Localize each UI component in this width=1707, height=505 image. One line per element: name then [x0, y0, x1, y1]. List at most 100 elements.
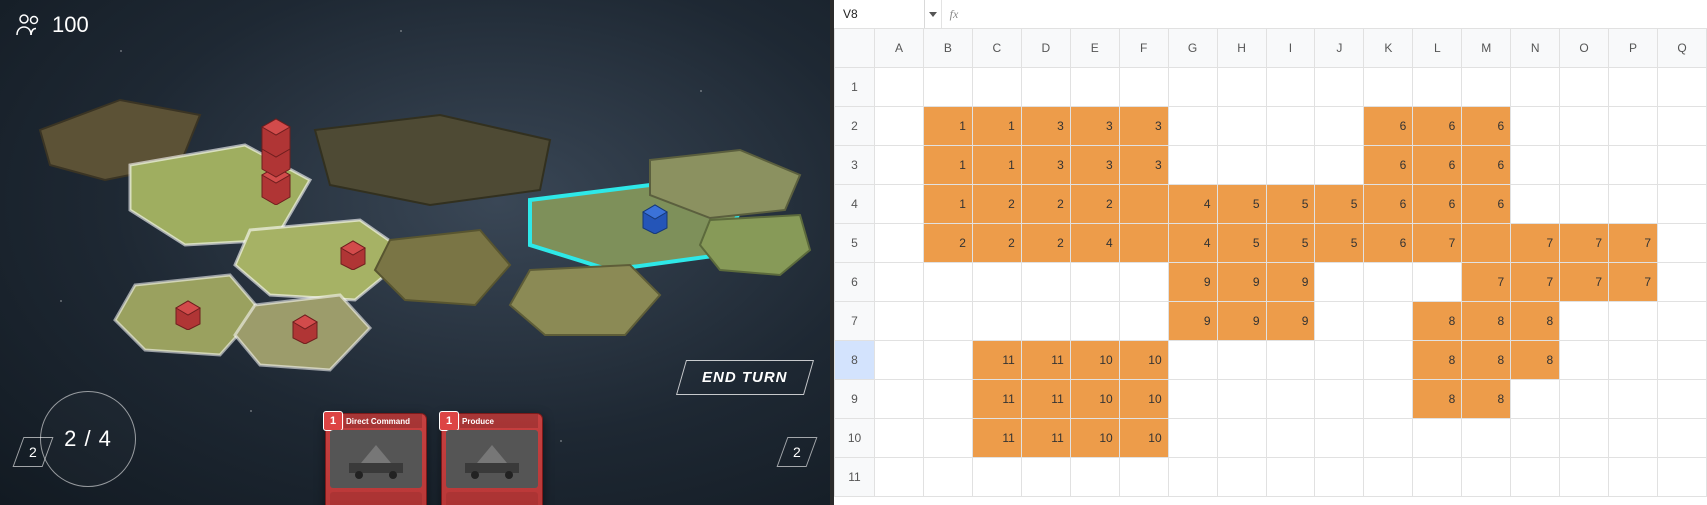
region-4[interactable] — [315, 115, 550, 205]
cell[interactable] — [1609, 341, 1658, 380]
cell[interactable] — [1217, 380, 1266, 419]
cell[interactable] — [1168, 419, 1217, 458]
cell[interactable]: 7 — [1511, 224, 1560, 263]
row-header[interactable]: 6 — [835, 263, 875, 302]
cell[interactable]: 8 — [1462, 380, 1511, 419]
row-header[interactable]: 5 — [835, 224, 875, 263]
cell[interactable]: 6 — [1413, 185, 1462, 224]
cell[interactable] — [1266, 419, 1315, 458]
column-header[interactable]: K — [1364, 29, 1413, 68]
cell[interactable]: 7 — [1560, 224, 1609, 263]
cell[interactable]: 8 — [1413, 302, 1462, 341]
column-header[interactable]: G — [1168, 29, 1217, 68]
cell[interactable] — [1070, 302, 1119, 341]
cell[interactable] — [875, 146, 924, 185]
cell[interactable] — [1315, 107, 1364, 146]
cell[interactable]: 7 — [1609, 263, 1658, 302]
cell[interactable] — [1168, 380, 1217, 419]
region-7[interactable] — [700, 215, 810, 275]
cell[interactable]: 9 — [1217, 302, 1266, 341]
cell[interactable]: 3 — [1119, 107, 1168, 146]
cell[interactable] — [1119, 263, 1168, 302]
column-header[interactable]: F — [1119, 29, 1168, 68]
cell[interactable] — [1266, 341, 1315, 380]
cell[interactable]: 5 — [1315, 185, 1364, 224]
cell[interactable]: 3 — [1021, 146, 1070, 185]
cell[interactable]: 6 — [1413, 146, 1462, 185]
cell[interactable] — [1462, 68, 1511, 107]
cell[interactable] — [1609, 419, 1658, 458]
cell[interactable]: 6 — [1364, 185, 1413, 224]
cell[interactable]: 2 — [1021, 185, 1070, 224]
cell[interactable] — [1658, 146, 1707, 185]
cell[interactable] — [1168, 146, 1217, 185]
cell[interactable] — [1462, 419, 1511, 458]
cell[interactable] — [1266, 458, 1315, 497]
cell[interactable] — [1658, 302, 1707, 341]
cell[interactable] — [923, 380, 972, 419]
cell[interactable] — [875, 341, 924, 380]
cell[interactable]: 10 — [1119, 380, 1168, 419]
cell[interactable]: 6 — [1462, 107, 1511, 146]
cell[interactable]: 7 — [1560, 263, 1609, 302]
column-header[interactable]: L — [1413, 29, 1462, 68]
cell[interactable] — [972, 263, 1021, 302]
cell[interactable] — [1266, 107, 1315, 146]
cell[interactable]: 6 — [1462, 146, 1511, 185]
cell[interactable]: 7 — [1413, 224, 1462, 263]
cell[interactable]: 6 — [1462, 185, 1511, 224]
cell[interactable] — [875, 263, 924, 302]
cell[interactable] — [1609, 68, 1658, 107]
cell[interactable] — [923, 458, 972, 497]
cell[interactable]: 3 — [1070, 146, 1119, 185]
cell[interactable] — [1560, 68, 1609, 107]
cell[interactable] — [1168, 341, 1217, 380]
cell[interactable] — [1511, 68, 1560, 107]
cell[interactable]: 5 — [1217, 224, 1266, 263]
cell[interactable] — [923, 341, 972, 380]
cell[interactable]: 10 — [1119, 341, 1168, 380]
row-header[interactable]: 8 — [835, 341, 875, 380]
cell[interactable]: 9 — [1168, 302, 1217, 341]
cell[interactable] — [1658, 380, 1707, 419]
column-header[interactable]: H — [1217, 29, 1266, 68]
cell[interactable] — [1364, 263, 1413, 302]
cell[interactable] — [1413, 458, 1462, 497]
cell[interactable] — [1168, 458, 1217, 497]
cell[interactable]: 8 — [1511, 302, 1560, 341]
cell[interactable]: 10 — [1070, 380, 1119, 419]
cell[interactable]: 5 — [1217, 185, 1266, 224]
cell[interactable] — [923, 68, 972, 107]
row-header[interactable]: 4 — [835, 185, 875, 224]
cell[interactable]: 11 — [1021, 419, 1070, 458]
cell[interactable] — [875, 458, 924, 497]
cell[interactable] — [1021, 263, 1070, 302]
cell[interactable] — [1364, 341, 1413, 380]
cell[interactable] — [1609, 380, 1658, 419]
row-header[interactable]: 7 — [835, 302, 875, 341]
cell[interactable] — [1217, 146, 1266, 185]
card-direct-command[interactable]: 1 Direct Command Attack a neighbour area… — [325, 413, 427, 505]
cell[interactable] — [1266, 380, 1315, 419]
cell[interactable]: 2 — [972, 224, 1021, 263]
cell[interactable]: 1 — [972, 146, 1021, 185]
cell[interactable]: 11 — [972, 380, 1021, 419]
cell[interactable]: 1 — [923, 185, 972, 224]
cell[interactable]: 1 — [923, 107, 972, 146]
cell[interactable] — [1658, 68, 1707, 107]
cell[interactable] — [1560, 107, 1609, 146]
cell[interactable] — [1315, 380, 1364, 419]
cell[interactable] — [1511, 146, 1560, 185]
cell[interactable] — [1658, 224, 1707, 263]
cell[interactable] — [875, 107, 924, 146]
cell[interactable] — [1413, 419, 1462, 458]
cell[interactable] — [1119, 458, 1168, 497]
cell[interactable]: 11 — [972, 419, 1021, 458]
cell[interactable] — [1511, 185, 1560, 224]
cell[interactable] — [1315, 302, 1364, 341]
cell[interactable] — [1462, 458, 1511, 497]
column-header[interactable]: D — [1021, 29, 1070, 68]
cell[interactable] — [1168, 68, 1217, 107]
cell[interactable] — [1658, 458, 1707, 497]
cell[interactable] — [1658, 185, 1707, 224]
